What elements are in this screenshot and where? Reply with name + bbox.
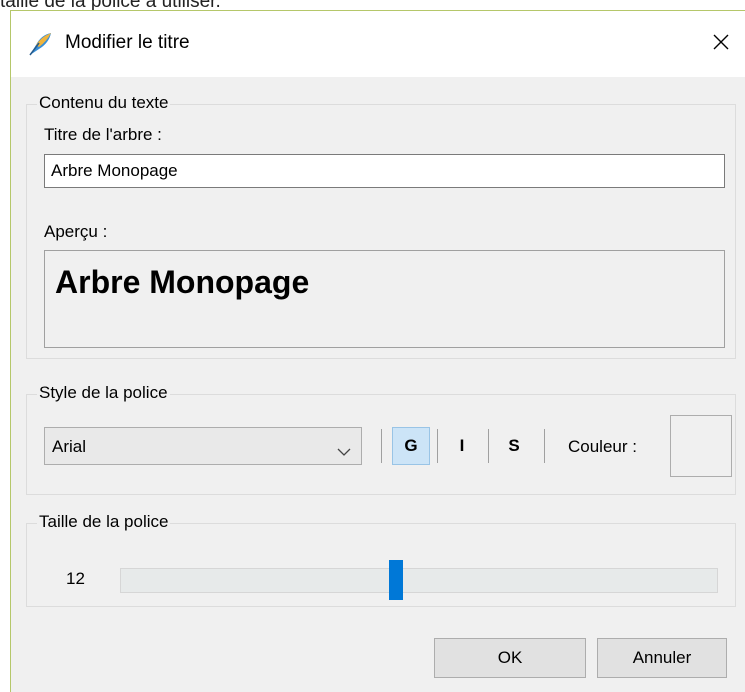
underline-button[interactable]: S [499,427,529,465]
font-size-value: 12 [66,569,85,588]
italic-button[interactable]: I [447,427,477,465]
slider-thumb[interactable] [389,560,403,600]
text-content-legend: Contenu du texte [37,93,171,113]
close-icon [712,33,730,56]
font-size-slider[interactable] [120,560,718,600]
tree-title-input[interactable] [44,154,725,188]
cancel-button[interactable]: Annuler [597,638,727,678]
color-picker-button[interactable] [670,415,732,477]
font-size-group: Taille de la police 12 [26,512,736,607]
color-label: Couleur : [568,437,637,456]
text-content-group: Contenu du texte Titre de l'arbre : Aper… [26,93,736,359]
bold-button[interactable]: G [392,427,430,465]
font-family-value: Arial [52,437,87,456]
separator [544,429,545,463]
feather-pen-icon [27,31,53,57]
tree-title-label: Titre de l'arbre : [44,125,162,144]
ok-button[interactable]: OK [434,638,586,678]
close-button[interactable] [697,11,745,77]
font-style-legend: Style de la police [37,383,170,403]
preview-label: Aperçu : [44,222,108,241]
chevron-down-icon [337,442,351,456]
font-size-legend: Taille de la police [37,512,171,532]
dialog-titlebar[interactable]: Modifier le titre [11,11,745,77]
separator [437,429,438,463]
dialog-title: Modifier le titre [65,32,190,53]
separator [381,429,382,463]
font-family-select[interactable]: Arial [44,427,362,465]
font-style-group: Style de la police Arial G I S Couleur : [26,383,736,495]
preview-box: Arbre Monopage [44,250,725,348]
separator [488,429,489,463]
preview-text: Arbre Monopage [55,264,310,300]
modify-title-dialog: Modifier le titre Contenu du texte Titre… [10,10,745,692]
